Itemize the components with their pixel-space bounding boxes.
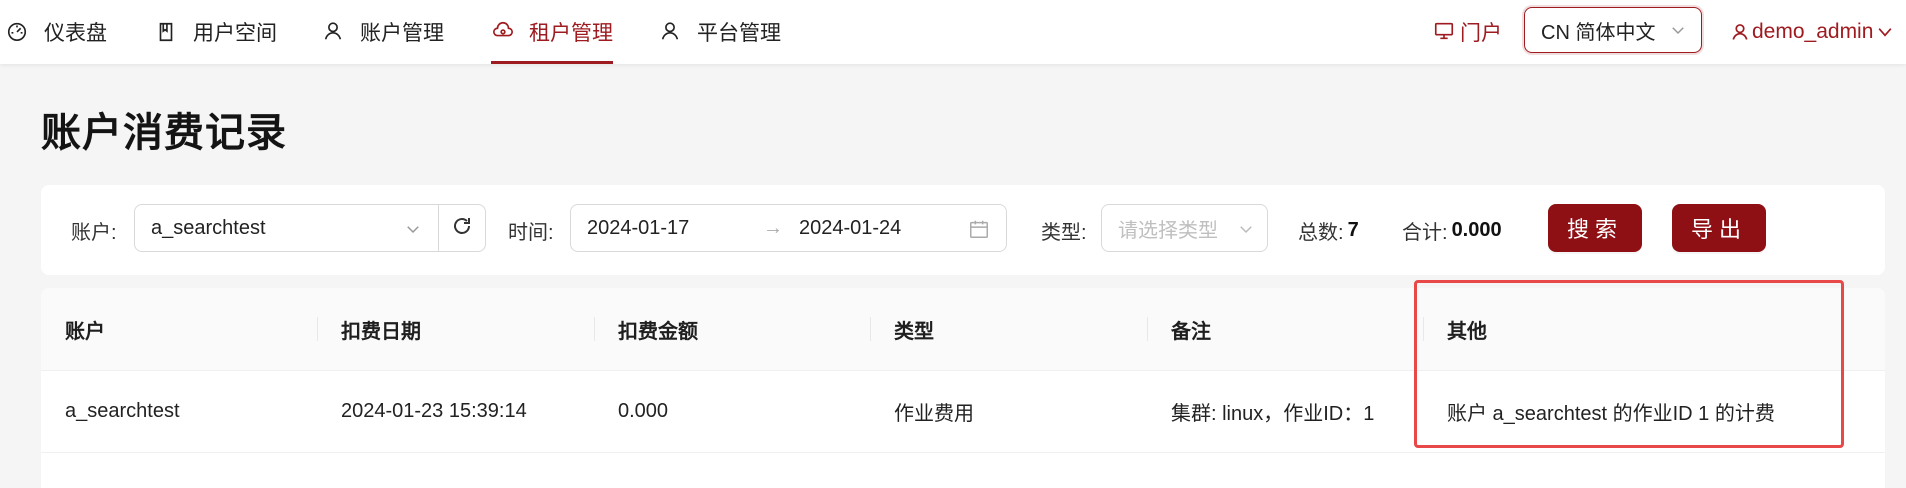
book-icon (155, 20, 179, 44)
nav-item-platform-management[interactable]: 平台管理 (659, 0, 781, 64)
cell-remark: 集群: linux，作业ID：1 (1171, 402, 1375, 425)
arrow-right-icon: → (763, 217, 783, 239)
account-select[interactable]: a_searchtest (134, 204, 439, 252)
total-sum-label: 合计: (1402, 221, 1448, 244)
total-sum-value: 0.000 (1451, 218, 1502, 241)
table-header: 账户 扣费日期 扣费金额 类型 备注 其他 (41, 288, 1885, 371)
nav-label: 租户管理 (529, 22, 613, 45)
nav-label: 账户管理 (360, 22, 444, 45)
nav-label: 用户空间 (193, 22, 277, 45)
user-icon (322, 20, 346, 44)
nav-item-tenant-management[interactable]: 租户管理 (491, 0, 613, 64)
top-navigation-bar: 仪表盘 用户空间 账户管理 租户管理 平台管理 门户 CN 简体中文 demo_… (0, 0, 1906, 64)
consumption-table: 账户 扣费日期 扣费金额 类型 备注 其他 a_searchtest 2024-… (41, 288, 1885, 488)
language-value: CN 简体中文 (1541, 21, 1656, 44)
dashboard-icon (6, 20, 30, 44)
nav-label: 仪表盘 (44, 22, 107, 45)
refresh-button[interactable] (438, 204, 486, 252)
search-button[interactable]: 搜索 (1548, 204, 1642, 252)
chevron-down-icon (1875, 22, 1895, 42)
cloud-icon (491, 20, 515, 44)
language-select[interactable]: CN 简体中文 (1524, 7, 1702, 53)
refresh-icon (450, 214, 474, 243)
column-header-deduction-amount[interactable]: 扣费金额 (618, 288, 698, 370)
column-header-other[interactable]: 其他 (1447, 288, 1487, 370)
date-range-picker[interactable]: 2024-01-17 → 2024-01-24 (570, 204, 1007, 252)
type-filter-label: 类型: (1041, 221, 1087, 244)
column-header-remark[interactable]: 备注 (1171, 288, 1211, 370)
export-button[interactable]: 导出 (1672, 204, 1766, 252)
user-icon (1730, 21, 1750, 43)
table-row[interactable]: a_searchtest 2024-01-23 15:39:14 0.000 作… (41, 370, 1885, 453)
user-menu[interactable]: demo_admin (1730, 0, 1895, 64)
cell-other: 账户 a_searchtest 的作业ID 1 的计费 (1447, 402, 1775, 425)
time-filter-label: 时间: (508, 221, 554, 244)
cell-type: 作业费用 (894, 402, 974, 425)
column-header-type[interactable]: 类型 (894, 288, 934, 370)
cell-account: a_searchtest (65, 399, 180, 422)
filter-bar: 账户: a_searchtest 时间: 2024-01-17 → 2024-0… (41, 185, 1885, 275)
type-select-placeholder: 请选择类型 (1118, 219, 1218, 242)
account-select-value: a_searchtest (151, 216, 266, 239)
nav-item-account-management[interactable]: 账户管理 (322, 0, 444, 64)
column-header-account[interactable]: 账户 (65, 288, 105, 370)
type-select[interactable]: 请选择类型 (1101, 204, 1268, 252)
date-start-input[interactable]: 2024-01-17 (587, 217, 689, 240)
username: demo_admin (1752, 20, 1874, 43)
chevron-down-icon (404, 220, 422, 238)
cell-deduction-date: 2024-01-23 15:39:14 (341, 399, 527, 422)
portal-link[interactable]: 门户 (1432, 0, 1502, 64)
nav-item-user-space[interactable]: 用户空间 (155, 0, 277, 64)
user-icon (659, 20, 683, 44)
column-divider (1147, 317, 1148, 341)
column-header-deduction-date[interactable]: 扣费日期 (341, 288, 421, 370)
portal-label: 门户 (1460, 22, 1502, 45)
column-divider (317, 317, 318, 341)
nav-item-dashboard[interactable]: 仪表盘 (6, 0, 107, 64)
column-divider (870, 317, 871, 341)
page-title: 账户消费记录 (41, 111, 287, 155)
total-count-value: 7 (1347, 218, 1359, 241)
total-sum: 合计: 0.000 (1402, 185, 1502, 275)
desktop-icon (1432, 20, 1458, 44)
nav-label: 平台管理 (697, 22, 781, 45)
total-count: 总数: 7 (1298, 185, 1359, 275)
calendar-icon (968, 218, 990, 240)
chevron-down-icon (1669, 21, 1687, 39)
cell-deduction-amount: 0.000 (618, 399, 669, 422)
date-end-input[interactable]: 2024-01-24 (799, 217, 901, 240)
total-count-label: 总数: (1298, 221, 1344, 244)
account-filter-label: 账户: (71, 221, 117, 244)
column-divider (1423, 317, 1424, 341)
chevron-down-icon (1237, 220, 1255, 238)
column-divider (594, 317, 595, 341)
